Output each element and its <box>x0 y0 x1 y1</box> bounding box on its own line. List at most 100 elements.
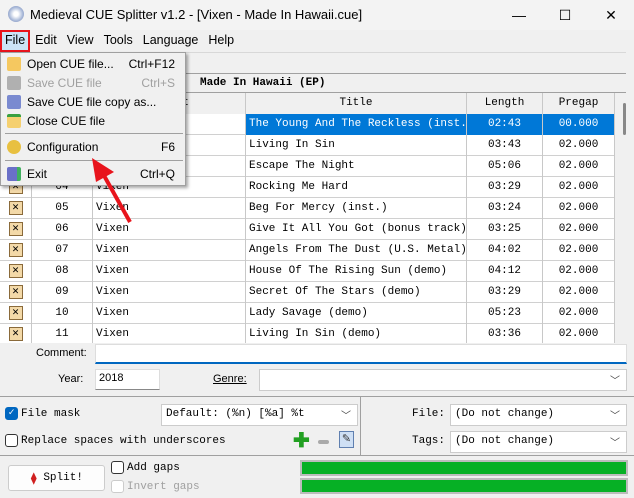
track-pregap: 02.000 <box>543 198 615 219</box>
table-row[interactable]: ✕ 10 Vixen Lady Savage (demo) 05:23 02.0… <box>0 303 615 324</box>
x-mark-icon: ✕ <box>8 222 23 236</box>
menu-file[interactable]: File <box>0 30 31 52</box>
comment-label: Comment: <box>36 347 87 359</box>
chevron-down-icon: ﹀ <box>610 439 620 450</box>
split-tree-icon: ⧫ <box>30 471 38 486</box>
menu-item-configuration[interactable]: Configuration F6 <box>1 137 185 156</box>
chevron-down-icon: ﹀ <box>341 412 351 423</box>
scrollbar-thumb[interactable] <box>623 103 626 135</box>
file-select[interactable]: (Do not change) ﹀ <box>450 404 627 426</box>
header-pregap[interactable]: Pregap <box>543 93 615 114</box>
track-pregap: 02.000 <box>543 135 615 156</box>
track-toggle[interactable]: ✕ <box>0 198 32 219</box>
maximize-button[interactable]: ☐ <box>542 0 588 30</box>
menu-item-save-cue[interactable]: Save CUE file Ctrl+S <box>1 73 185 92</box>
menu-bar: File Edit View Tools Language Help <box>0 30 634 52</box>
genre-select[interactable]: ﹀ <box>259 369 627 391</box>
tags-select[interactable]: (Do not change) ﹀ <box>450 431 627 453</box>
x-mark-icon: ✕ <box>8 264 23 278</box>
file-mask-checkbox[interactable]: ✓ File mask <box>5 407 80 420</box>
track-length: 03:24 <box>467 198 543 219</box>
track-length: 03:36 <box>467 324 543 343</box>
track-pregap: 02.000 <box>543 303 615 324</box>
track-toggle[interactable]: ✕ <box>0 303 32 324</box>
x-mark-icon: ✕ <box>8 306 23 320</box>
chevron-down-icon: ﹀ <box>610 412 620 423</box>
close-folder-icon <box>7 113 21 128</box>
track-length: 04:12 <box>467 261 543 282</box>
menu-item-label: Exit <box>27 166 48 181</box>
title-bar: Medieval CUE Splitter v1.2 - [Vixen - Ma… <box>0 0 634 30</box>
window-title: Medieval CUE Splitter v1.2 - [Vixen - Ma… <box>30 7 363 22</box>
genre-label[interactable]: Genre: <box>213 373 247 385</box>
minimize-button[interactable]: — <box>496 0 542 30</box>
track-number: 07 <box>32 240 93 261</box>
menu-item-open-cue[interactable]: Open CUE file... Ctrl+F12 <box>1 54 185 73</box>
table-row[interactable]: ✕ 05 Vixen Beg For Mercy (inst.) 03:24 0… <box>0 198 615 219</box>
track-toggle[interactable]: ✕ <box>0 219 32 240</box>
header-length[interactable]: Length <box>467 93 543 114</box>
add-gaps-checkbox[interactable]: Add gaps <box>111 461 180 474</box>
table-row[interactable]: ✕ 09 Vixen Secret Of The Stars (demo) 03… <box>0 282 615 303</box>
menu-item-close-cue[interactable]: Close CUE file <box>1 111 185 130</box>
file-mask-value: Default: (%n) [%a] %t <box>166 408 305 420</box>
menu-edit[interactable]: Edit <box>30 30 62 52</box>
track-title: Lady Savage (demo) <box>246 303 467 324</box>
year-input[interactable]: 2018 <box>95 369 160 390</box>
menu-item-shortcut: Ctrl+F12 <box>128 56 175 71</box>
table-scrollbar[interactable] <box>615 93 634 343</box>
progress-bar-track <box>300 460 628 476</box>
table-row[interactable]: ✕ 11 Vixen Living In Sin (demo) 03:36 02… <box>0 324 615 343</box>
menu-view[interactable]: View <box>62 30 99 52</box>
track-title: Living In Sin (demo) <box>246 324 467 343</box>
table-row[interactable]: ✕ 07 Vixen Angels From The Dust (U.S. Me… <box>0 240 615 261</box>
edit-mask-button[interactable]: ✎ <box>339 431 354 448</box>
menu-item-shortcut: Ctrl+Q <box>139 166 175 181</box>
divider <box>360 397 361 455</box>
add-mask-button[interactable]: ✚ <box>293 431 310 451</box>
close-button[interactable]: ✕ <box>588 0 634 30</box>
remove-mask-button[interactable] <box>318 440 329 444</box>
menu-help[interactable]: Help <box>203 30 239 52</box>
track-number: 06 <box>32 219 93 240</box>
track-toggle[interactable]: ✕ <box>0 240 32 261</box>
track-toggle[interactable]: ✕ <box>0 324 32 343</box>
track-artist: Vixen <box>93 219 246 240</box>
header-title[interactable]: Title <box>246 93 467 114</box>
menu-item-label: Save CUE file <box>27 75 102 90</box>
open-folder-icon <box>7 56 21 71</box>
track-toggle[interactable]: ✕ <box>0 282 32 303</box>
replace-spaces-label: Replace spaces with underscores <box>21 434 226 447</box>
track-title: Escape The Night <box>246 156 467 177</box>
pencil-icon: ✎ <box>341 433 352 445</box>
track-title: Give It All You Got (bonus track) <box>246 219 467 240</box>
table-row[interactable]: ✕ 08 Vixen House Of The Rising Sun (demo… <box>0 261 615 282</box>
divider <box>0 396 634 397</box>
comment-input[interactable] <box>95 344 627 364</box>
table-row[interactable]: ✕ 06 Vixen Give It All You Got (bonus tr… <box>0 219 615 240</box>
menu-item-label: Close CUE file <box>27 113 106 128</box>
track-artist: Vixen <box>93 303 246 324</box>
chevron-down-icon: ﹀ <box>610 377 620 388</box>
track-length: 05:06 <box>467 156 543 177</box>
x-mark-icon: ✕ <box>8 285 23 299</box>
menu-item-shortcut: Ctrl+S <box>141 75 175 90</box>
menu-tools[interactable]: Tools <box>99 30 138 52</box>
split-button[interactable]: ⧫ Split! <box>8 465 105 491</box>
replace-spaces-checkbox[interactable]: Replace spaces with underscores <box>5 434 226 447</box>
menu-language[interactable]: Language <box>138 30 204 52</box>
track-pregap: 02.000 <box>543 156 615 177</box>
track-pregap: 02.000 <box>543 282 615 303</box>
menu-item-exit[interactable]: Exit Ctrl+Q <box>1 164 185 183</box>
invert-gaps-checkbox[interactable]: Invert gaps <box>111 480 200 493</box>
menu-item-save-copy[interactable]: Save CUE file copy as... <box>1 92 185 111</box>
menu-separator <box>5 133 183 134</box>
checkbox-icon <box>111 480 124 493</box>
track-toggle[interactable]: ✕ <box>0 261 32 282</box>
track-title: The Young And The Reckless (inst.) <box>246 114 467 135</box>
menu-item-label: Configuration <box>27 139 99 154</box>
file-mask-select[interactable]: Default: (%n) [%a] %t ﹀ <box>161 404 358 426</box>
track-title: Beg For Mercy (inst.) <box>246 198 467 219</box>
track-pregap: 02.000 <box>543 177 615 198</box>
add-gaps-label: Add gaps <box>127 461 180 474</box>
